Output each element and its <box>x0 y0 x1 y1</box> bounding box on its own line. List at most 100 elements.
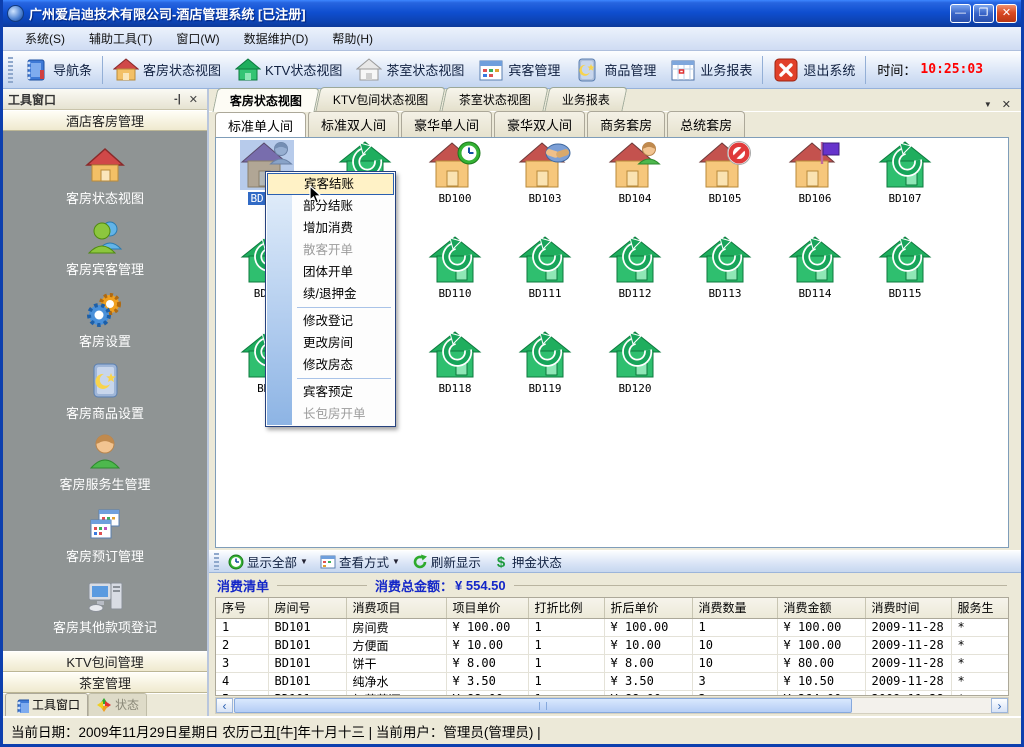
toolbar-button-5[interactable]: 商品管理 <box>567 54 663 86</box>
toolbar-button-0[interactable]: 导航条 <box>16 54 99 86</box>
col-header-2[interactable]: 消费项目 <box>346 598 446 618</box>
context-menu-item-7[interactable]: 修改登记 <box>267 310 394 332</box>
sidebar-item-label: 客房商品设置 <box>66 403 144 422</box>
toolbar-button-4[interactable]: 宾客管理 <box>471 54 567 86</box>
sidebar-bottom-tab-1[interactable]: 状态 <box>88 693 147 716</box>
col-header-7[interactable]: 消费金额 <box>777 598 865 618</box>
menu-item-4[interactable]: 帮助(H) <box>320 27 385 50</box>
table-row-3[interactable]: 4BD101纯净水¥ 3.501¥ 3.503¥ 10.502009-11-28… <box>216 672 1009 690</box>
sidebar-item-0[interactable]: 客房状态视图 <box>66 146 144 207</box>
document-tab-1[interactable]: KTV包间状态视图 <box>315 87 445 111</box>
sidebar-item-6[interactable]: 客房其他款项登记 <box>53 575 157 636</box>
room-BD115[interactable]: BD115 <box>864 235 946 300</box>
menu-item-1[interactable]: 辅助工具(T) <box>77 27 164 50</box>
toolbar-button-7[interactable]: 退出系统 <box>766 54 862 86</box>
room-BD110[interactable]: BD110 <box>414 235 496 300</box>
calendar-icon <box>478 57 504 83</box>
sidebar-section-1[interactable]: 茶室管理 <box>3 672 207 693</box>
sidebar-bottom-tab-0[interactable]: 工具窗口 <box>5 693 88 716</box>
context-menu-item-11[interactable]: 宾客预定 <box>267 381 394 403</box>
col-header-3[interactable]: 项目单价 <box>446 598 528 618</box>
sidebar-section-0[interactable]: KTV包间管理 <box>3 651 207 672</box>
document-tab-0[interactable]: 客房状态视图 <box>212 88 319 112</box>
room-BD118[interactable]: BD118 <box>414 330 496 395</box>
sidebar-item-1[interactable]: 客房宾客管理 <box>66 217 144 278</box>
tab-close-icon[interactable]: ✕ <box>1002 98 1011 111</box>
room-BD106[interactable]: BD106 <box>774 140 856 205</box>
dropdown-arrow-icon[interactable]: ▼ <box>392 557 400 566</box>
dropdown-arrow-icon[interactable]: ▼ <box>300 557 308 566</box>
sidebar-item-4[interactable]: 客房服务生管理 <box>59 432 150 493</box>
room-BD120[interactable]: BD120 <box>594 330 676 395</box>
room-BD114[interactable]: BD114 <box>774 235 856 300</box>
table-row-2[interactable]: 3BD101饼干¥ 8.001¥ 8.0010¥ 80.002009-11-28… <box>216 654 1009 672</box>
context-menu-item-4[interactable]: 团体开单 <box>267 261 394 283</box>
scroll-right-arrow[interactable]: › <box>991 698 1008 713</box>
table-row-1[interactable]: 2BD101方便面¥ 10.001¥ 10.0010¥ 100.002009-1… <box>216 636 1009 654</box>
room-type-tab-0[interactable]: 标准单人间 <box>215 112 306 138</box>
context-menu-item-9[interactable]: 修改房态 <box>267 354 394 376</box>
room-BD107[interactable]: BD107 <box>864 140 946 205</box>
menu-item-3[interactable]: 数据维护(D) <box>232 27 321 50</box>
toolbar-button-label: 宾客管理 <box>508 60 560 79</box>
close-button[interactable]: ✕ <box>996 4 1017 23</box>
room-BD113[interactable]: BD113 <box>684 235 766 300</box>
col-header-4[interactable]: 打折比例 <box>528 598 604 618</box>
room-BD119[interactable]: BD119 <box>504 330 586 395</box>
toolbar-button-6[interactable]: 业务报表 <box>663 54 759 86</box>
context-menu-item-12: 长包房开单 <box>267 403 394 425</box>
room-BD104[interactable]: BD104 <box>594 140 676 205</box>
table-row-4[interactable]: 5BD101红葡萄酒¥ 88.001¥ 88.003¥ 264.002009-1… <box>216 690 1009 696</box>
room-action-button-0[interactable]: 显示全部▼ <box>222 551 314 572</box>
room-BD112[interactable]: BD112 <box>594 235 676 300</box>
sidebar-item-5[interactable]: 客房预订管理 <box>66 504 144 565</box>
context-menu-item-5[interactable]: 续/退押金 <box>267 283 394 305</box>
consumption-table[interactable]: 序号房间号消费项目项目单价打折比例折后单价消费数量消费金额消费时间服务生1BD1… <box>216 598 1009 696</box>
sidebar-item-3[interactable]: 客房商品设置 <box>66 361 144 422</box>
menu-item-2[interactable]: 窗口(W) <box>164 27 231 50</box>
tab-dropdown-icon[interactable]: ▼ <box>984 100 992 109</box>
room-action-button-1[interactable]: 查看方式▼ <box>314 551 406 572</box>
horizontal-scrollbar[interactable]: ‹ › <box>215 697 1009 714</box>
panel-close-icon[interactable]: ✕ <box>185 93 202 106</box>
sidebar-section-hotel-rooms[interactable]: 酒店客房管理 <box>3 110 207 131</box>
room-type-tab-5[interactable]: 总统套房 <box>667 111 745 137</box>
room-action-button-3[interactable]: $押金状态 <box>487 551 568 572</box>
context-menu-item-1[interactable]: 部分结账 <box>267 195 394 217</box>
context-menu-item-2[interactable]: 增加消费 <box>267 217 394 239</box>
col-header-8[interactable]: 消费时间 <box>865 598 951 618</box>
room-BD111[interactable]: BD111 <box>504 235 586 300</box>
room-action-button-2[interactable]: 刷新显示 <box>406 551 487 572</box>
status-text: 当前日期：2009年11月29日星期日 农历己丑[牛]年十月十三 | 当前用户：… <box>11 721 541 741</box>
minimize-button[interactable]: — <box>950 4 971 23</box>
room-status-icon-vacant <box>608 235 662 285</box>
room-label: BD114 <box>796 287 833 300</box>
sidebar-item-2[interactable]: 客房设置 <box>79 289 131 350</box>
consumption-total-value: ¥ 554.50 <box>455 578 506 593</box>
col-header-1[interactable]: 房间号 <box>268 598 346 618</box>
context-menu-item-0[interactable]: 宾客结账 <box>267 173 394 195</box>
room-type-tab-4[interactable]: 商务套房 <box>587 111 665 137</box>
menu-item-0[interactable]: 系统(S) <box>13 27 77 50</box>
room-type-tab-1[interactable]: 标准双人间 <box>308 111 399 137</box>
toolbar-button-1[interactable]: 客房状态视图 <box>106 54 228 86</box>
room-type-tab-2[interactable]: 豪华单人间 <box>401 111 492 137</box>
col-header-0[interactable]: 序号 <box>216 598 268 618</box>
room-BD105[interactable]: BD105 <box>684 140 766 205</box>
toolbar-button-2[interactable]: KTV状态视图 <box>228 54 349 86</box>
room-BD100[interactable]: BD100 <box>414 140 496 205</box>
document-tab-2[interactable]: 茶室状态视图 <box>442 87 549 111</box>
maximize-button[interactable]: ❐ <box>973 4 994 23</box>
col-header-9[interactable]: 服务生 <box>951 598 1009 618</box>
scroll-left-arrow[interactable]: ‹ <box>216 698 233 713</box>
col-header-6[interactable]: 消费数量 <box>692 598 777 618</box>
table-row-0[interactable]: 1BD101房间费¥ 100.001¥ 100.001¥ 100.002009-… <box>216 618 1009 636</box>
document-tab-3[interactable]: 业务报表 <box>545 87 628 111</box>
context-menu-item-8[interactable]: 更改房间 <box>267 332 394 354</box>
scrollbar-thumb[interactable] <box>234 698 852 713</box>
col-header-5[interactable]: 折后单价 <box>604 598 692 618</box>
toolbar-button-3[interactable]: 茶室状态视图 <box>349 54 471 86</box>
pin-icon[interactable]: -| <box>170 93 185 105</box>
room-type-tab-3[interactable]: 豪华双人间 <box>494 111 585 137</box>
room-BD103[interactable]: BD103 <box>504 140 586 205</box>
